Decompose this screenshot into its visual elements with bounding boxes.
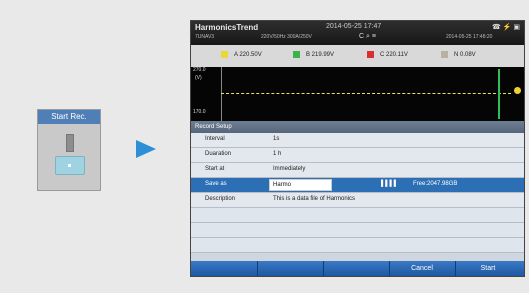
device-slot (66, 134, 74, 152)
legend-swatch-c (367, 51, 374, 58)
row-label: Start at (205, 166, 225, 172)
trend-trace (221, 93, 511, 95)
y-max-label: 270.0 (193, 67, 206, 73)
datetime: 2014-05-25 17:47 (326, 23, 382, 30)
fn-key-3[interactable] (323, 261, 390, 276)
trend-chart: 270.0 (V) 170.0 (191, 67, 524, 121)
chart-cursor[interactable] (498, 69, 500, 119)
save-as-input[interactable]: Harmo (269, 179, 332, 191)
signal-icon: ▌▌▌▌ (381, 181, 399, 187)
legend-item-n: N 0.08V (441, 51, 476, 58)
datetime-small: 2014-05-25 17:48:20 (446, 34, 493, 40)
empty-row (191, 208, 524, 223)
row-label: Description (205, 196, 236, 202)
legend-label-a: A 220.50V (234, 52, 262, 59)
subtitle-mid: 220V/50Hz 300A/250V (261, 34, 312, 40)
row-start-at[interactable]: Start at Immediately (191, 163, 524, 178)
empty-row (191, 223, 524, 238)
row-description[interactable]: Description This is a data file of Harmo… (191, 193, 524, 208)
title-bar: HarmonicsTrend 2014-05-25 17:47 ☎ ⚡ ▣ 7U… (191, 21, 524, 45)
row-save-as[interactable]: Save as Harmo ▌▌▌▌ Free:2047.98GB (191, 178, 524, 193)
start-button[interactable]: Start (455, 261, 521, 276)
empty-row (191, 238, 524, 253)
row-interval[interactable]: Interval 1s (191, 133, 524, 148)
cancel-button[interactable]: Cancel (389, 261, 456, 276)
device-key[interactable] (55, 156, 85, 175)
legend-label-c: C 220.11V (380, 52, 408, 59)
legend: A 220.50V B 219.99V C 220.11V N 0.08V (191, 45, 524, 67)
y-min-label: 170.0 (193, 109, 206, 115)
device-illustration: Start Rec. (37, 109, 101, 191)
legend-item-a: A 220.50V (221, 51, 262, 58)
legend-item-c: C 220.11V (367, 51, 408, 58)
cursor-marker-icon (514, 87, 521, 94)
legend-item-b: B 219.99V (293, 51, 334, 58)
row-value: This is a data file of Harmonics (273, 196, 356, 202)
status-icons: ☎ ⚡ ▣ (492, 24, 520, 31)
legend-swatch-b (293, 51, 300, 58)
record-setup-title: Record Setup (191, 121, 524, 133)
legend-label-n: N 0.08V (454, 52, 476, 59)
row-label: Duaration (205, 151, 232, 157)
fn-key-1[interactable] (191, 261, 258, 276)
instrument-screen: HarmonicsTrend 2014-05-25 17:47 ☎ ⚡ ▣ 7U… (190, 20, 525, 277)
function-key-bar: Cancel Start (191, 261, 524, 276)
subtitle-left: 7UNAV3 (195, 34, 215, 40)
key-dot (68, 164, 71, 167)
row-value: 1 h (273, 151, 282, 157)
row-value: 1s (273, 136, 280, 142)
start-rec-button[interactable]: Start Rec. (38, 110, 100, 124)
free-space: Free:2047.98GB (413, 181, 458, 187)
arrow-right-icon (136, 140, 156, 158)
row-duration[interactable]: Duaration 1 h (191, 148, 524, 163)
row-label: Interval (205, 136, 225, 142)
record-setup-panel: Record Setup Interval 1s Duaration 1 h S… (191, 121, 524, 261)
fn-key-2[interactable] (257, 261, 324, 276)
toolbar-icons[interactable]: C ⌕ ≡ (359, 33, 376, 41)
legend-swatch-a (221, 51, 228, 58)
row-label: Save as (205, 181, 227, 187)
row-value: Immediately (273, 166, 306, 172)
legend-swatch-n (441, 51, 448, 58)
legend-label-b: B 219.99V (306, 52, 335, 59)
app-title: HarmonicsTrend (195, 23, 259, 32)
y-unit-label: (V) (195, 75, 202, 81)
